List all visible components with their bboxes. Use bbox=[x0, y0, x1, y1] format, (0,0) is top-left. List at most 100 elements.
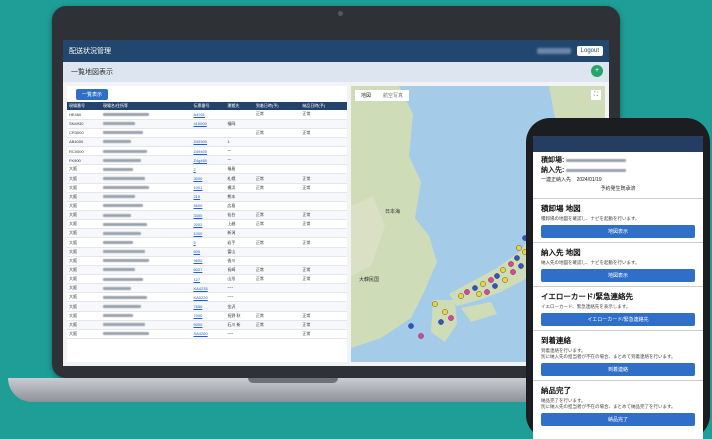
slip-number-link[interactable]: 2002 bbox=[193, 222, 202, 227]
table-cell[interactable]: KA4235 bbox=[191, 283, 226, 294]
map-pin-icon[interactable] bbox=[518, 263, 524, 269]
table-cell[interactable] bbox=[191, 128, 226, 138]
table-cell[interactable]: KA0220 bbox=[191, 292, 226, 303]
slip-number-link[interactable]: 7656 bbox=[193, 304, 202, 309]
table-cell[interactable]: 410000 bbox=[191, 119, 226, 129]
table-row[interactable]: RC0000 Z49400 一 bbox=[67, 146, 347, 157]
table-row[interactable]: 大阪 2 福島 bbox=[67, 164, 347, 175]
slip-number-link[interactable]: 1000 bbox=[193, 231, 202, 236]
table-row[interactable]: 大阪 5 岩手 正常 正常 bbox=[67, 237, 347, 248]
table-row[interactable]: FK900 Z4g460 一 bbox=[67, 155, 347, 166]
column-header[interactable]: 納品日時(予) bbox=[300, 102, 347, 110]
map-pin-icon[interactable] bbox=[492, 283, 498, 289]
map-pin-icon[interactable] bbox=[480, 281, 486, 287]
tab-map[interactable]: 地図 bbox=[355, 90, 377, 101]
table-row[interactable]: 大阪 9600 香川 bbox=[67, 256, 347, 266]
table-cell[interactable]: 2002 bbox=[191, 219, 226, 230]
slip-number-link[interactable]: 6600 bbox=[193, 203, 202, 208]
table-cell[interactable]: 3300 bbox=[191, 210, 226, 221]
slip-number-link[interactable]: SA4260 bbox=[193, 331, 207, 336]
section-action-button[interactable]: 地図表示 bbox=[541, 269, 695, 282]
table-row[interactable]: AB4000 Z49300 1 bbox=[67, 137, 347, 148]
map-pin-icon[interactable] bbox=[516, 245, 522, 251]
slip-number-link[interactable]: KA4235 bbox=[193, 286, 207, 291]
table-cell[interactable]: 7656 bbox=[191, 301, 226, 312]
fullscreen-icon[interactable]: ⛶ bbox=[591, 90, 601, 100]
map-pin-icon[interactable] bbox=[484, 289, 490, 295]
table-row[interactable]: 大阪 KA4235 ｰｰｰ bbox=[67, 283, 347, 294]
table-row[interactable]: 大阪 2002 上越 正常 正常 bbox=[67, 219, 347, 230]
section-action-button[interactable]: 納品完了 bbox=[541, 413, 695, 426]
table-row[interactable]: 大阪 127 山形 正常 正常 bbox=[67, 274, 347, 285]
table-row[interactable]: CR3000 正常 正常 bbox=[67, 128, 347, 138]
table-cell[interactable]: Z4g460 bbox=[191, 155, 226, 166]
slip-number-link[interactable]: KA0220 bbox=[193, 295, 207, 300]
table-row[interactable]: 大阪 3000 札幌 正常 正常 bbox=[67, 173, 347, 184]
slip-number-link[interactable]: 3000 bbox=[193, 176, 202, 181]
column-header[interactable]: 現場名/住所等 bbox=[100, 102, 192, 110]
map-pin-icon[interactable] bbox=[442, 309, 448, 315]
map-pin-icon[interactable] bbox=[418, 333, 424, 339]
section-action-button[interactable]: 到着連絡 bbox=[541, 363, 695, 376]
map-pin-icon[interactable] bbox=[502, 277, 508, 283]
table-cell[interactable]: SA4260 bbox=[191, 329, 226, 340]
slip-number-link[interactable]: 7000 bbox=[193, 313, 202, 318]
table-row[interactable]: 大阪 7000 長野 秋 正常 正常 bbox=[67, 311, 347, 321]
map-pin-icon[interactable] bbox=[472, 285, 478, 291]
table-row[interactable]: 大阪 1001 横浜 正常 正常 bbox=[67, 183, 347, 193]
slip-number-link[interactable]: A4931 bbox=[193, 112, 205, 117]
table-row[interactable]: 大阪 5000 石川 新 正常 正常 bbox=[67, 320, 347, 330]
table-row[interactable]: 大阪 1000 新潟 bbox=[67, 228, 347, 239]
map-pin-icon[interactable] bbox=[432, 301, 438, 307]
table-row[interactable]: 大阪 210 熊本 bbox=[67, 192, 347, 202]
table-row[interactable]: 大阪 KA0220 ｰｰｰ bbox=[67, 292, 347, 303]
slip-number-link[interactable]: 9600 bbox=[193, 258, 202, 263]
table-cell[interactable]: 7000 bbox=[191, 311, 226, 321]
table-cell[interactable]: 5 bbox=[191, 237, 226, 248]
column-header[interactable]: 運搬先 bbox=[225, 102, 254, 110]
table-row[interactable]: 大阪 6600 広島 bbox=[67, 201, 347, 212]
table-cell[interactable]: 127 bbox=[191, 274, 226, 285]
table-cell[interactable]: Z49300 bbox=[191, 137, 226, 148]
tab-satellite[interactable]: 航空写真 bbox=[377, 90, 409, 101]
slip-number-link[interactable]: 5 bbox=[193, 240, 195, 245]
column-header[interactable]: 到着日時(予) bbox=[253, 102, 301, 110]
slip-number-link[interactable]: 2 bbox=[193, 167, 195, 172]
slip-number-link[interactable]: 6027 bbox=[193, 267, 202, 272]
map-pin-icon[interactable] bbox=[408, 323, 414, 329]
table-row[interactable]: 大阪 7656 金沢 bbox=[67, 301, 347, 312]
map-pin-icon[interactable] bbox=[476, 291, 482, 297]
table-row[interactable]: 大阪 6027 長崎 正常 正常 bbox=[67, 265, 347, 276]
table-row[interactable]: 大阪 505 富山 bbox=[67, 247, 347, 257]
logout-button[interactable]: Logout bbox=[576, 46, 603, 56]
map-pin-icon[interactable] bbox=[464, 289, 470, 295]
table-cell[interactable]: 9600 bbox=[191, 256, 226, 266]
slip-number-link[interactable]: Z49300 bbox=[193, 139, 207, 144]
map-pin-icon[interactable] bbox=[448, 315, 454, 321]
map-pin-icon[interactable] bbox=[508, 261, 514, 267]
slip-number-link[interactable]: 1001 bbox=[193, 185, 202, 190]
table-row[interactable]: 大阪 SA4260 ｰｰｰ 正常 bbox=[67, 329, 347, 340]
map-pin-icon[interactable] bbox=[488, 277, 494, 283]
map-pin-icon[interactable] bbox=[510, 269, 516, 275]
slip-number-link[interactable]: 505 bbox=[193, 249, 200, 254]
slip-number-link[interactable]: 210 bbox=[193, 194, 200, 199]
table-cell[interactable]: 6027 bbox=[191, 265, 226, 276]
slip-number-link[interactable]: 410000 bbox=[193, 121, 206, 126]
section-action-button[interactable]: イエローカード/緊急連絡先 bbox=[541, 313, 695, 326]
table-row[interactable]: 大阪 3300 仙台 正常 正常 bbox=[67, 210, 347, 221]
map-pin-icon[interactable] bbox=[494, 273, 500, 279]
table-cell[interactable]: 6600 bbox=[191, 201, 226, 212]
table-cell[interactable]: Z49400 bbox=[191, 146, 226, 157]
map-pin-icon[interactable] bbox=[458, 293, 464, 299]
slip-number-link[interactable]: 5000 bbox=[193, 322, 202, 327]
table-cell[interactable]: 2 bbox=[191, 164, 226, 175]
list-view-button[interactable]: 一覧表示 bbox=[76, 89, 109, 100]
section-action-button[interactable]: 地図表示 bbox=[541, 225, 695, 238]
table-cell[interactable]: A4931 bbox=[191, 110, 226, 120]
map-pin-icon[interactable] bbox=[514, 255, 520, 261]
slip-number-link[interactable]: Z4g460 bbox=[193, 158, 207, 163]
table-cell[interactable]: 210 bbox=[191, 192, 226, 202]
slip-number-link[interactable]: 127 bbox=[193, 277, 200, 282]
table-row[interactable]: SN4930 410000 福岡 bbox=[67, 119, 347, 129]
